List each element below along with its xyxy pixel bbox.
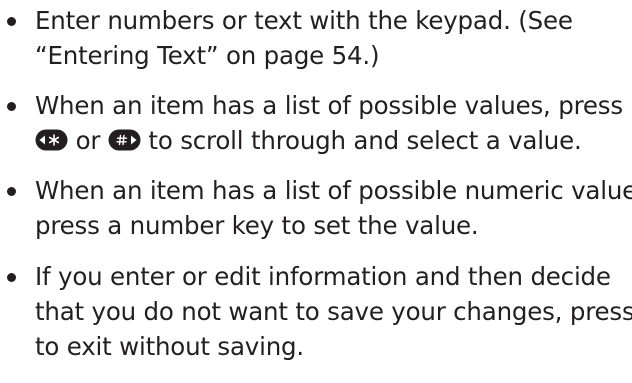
list-item-line: “Entering Text” on page 54.) [35,41,380,70]
left-star-key-icon [35,129,68,151]
bullet-icon [7,17,16,26]
bullet-icon [7,273,16,282]
list-item-line: or to scroll through and select a value. [35,123,623,158]
list-item: Enter numbers or text with the keypad. (… [0,3,573,73]
list-item-line: When an item has a list of possible nume… [35,176,632,205]
list-item: When an item has a list of possible valu… [0,88,623,158]
bullet-icon [7,102,16,111]
list-item-text: that you do not want to save your change… [35,297,632,326]
right-pound-key-icon [108,129,141,151]
list-item: If you enter or edit information and the… [0,259,632,364]
list-item-line: to exit without saving. [35,332,304,361]
list-item-line: Enter numbers or text with the keypad. (… [35,6,573,35]
list-item-text: or [68,126,108,155]
list-item-line: that you do not want to save your change… [35,294,632,329]
list-item-line: When an item has a list of possible valu… [35,91,623,120]
bullet-icon [7,187,16,196]
list-item-line: If you enter or edit information and the… [35,262,611,291]
list-item-line: press a number key to set the value. [35,211,479,240]
list-item: When an item has a list of possible nume… [0,173,632,243]
list-item-text: to scroll through and select a value. [140,126,582,155]
